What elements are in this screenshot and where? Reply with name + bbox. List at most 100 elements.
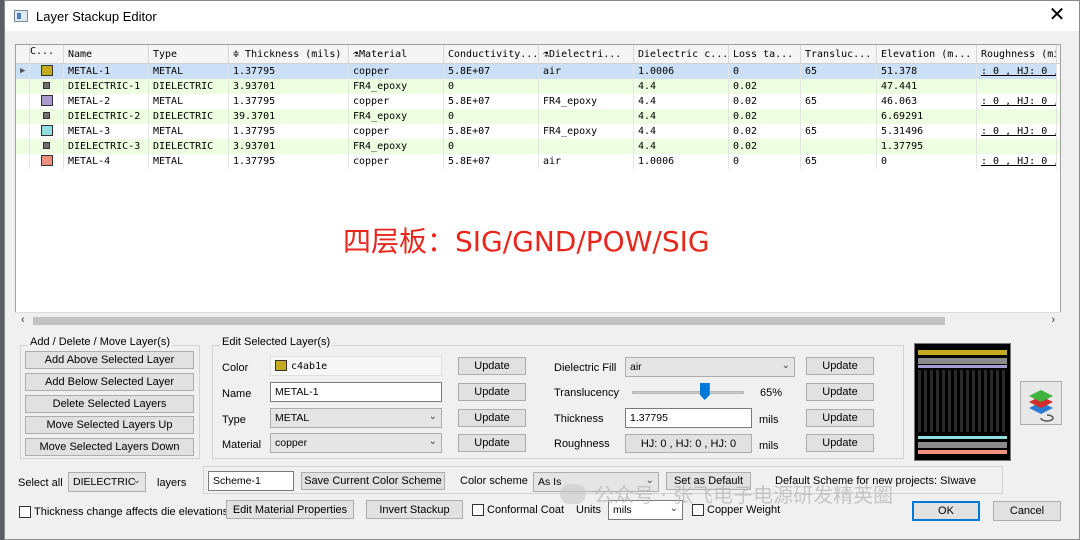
cell-elevation[interactable]: 6.69291 — [877, 109, 977, 124]
scrollbar-thumb[interactable] — [33, 317, 945, 325]
cell-dielectric_c[interactable]: 4.4 — [634, 139, 729, 154]
cell-dielectric[interactable] — [539, 139, 634, 154]
cell-dielectric[interactable] — [539, 109, 634, 124]
layer-color-cell[interactable] — [30, 124, 64, 139]
cell-dielectric[interactable]: air — [539, 154, 634, 169]
material-update-button[interactable]: Update — [458, 434, 526, 452]
cell-roughness[interactable] — [977, 79, 1057, 94]
color-field[interactable]: c4ab1e — [270, 356, 442, 376]
name-update-button[interactable]: Update — [458, 383, 526, 401]
cell-material[interactable]: copper — [349, 124, 444, 139]
scheme-name-input[interactable]: Scheme-1 — [208, 471, 294, 491]
cell-thickness[interactable]: 3.93701 — [229, 79, 349, 94]
cell-roughness[interactable]: : 0 , HJ: 0 , — [977, 94, 1057, 109]
table-row[interactable]: DIELECTRIC-3 DIELECTRIC 3.93701 FR4_epoxy 0 4… — [16, 139, 1060, 154]
cell-loss[interactable]: 0.02 — [729, 124, 801, 139]
cell-dielectric_c[interactable]: 4.4 — [634, 109, 729, 124]
horizontal-scrollbar[interactable]: ‹ › — [15, 312, 1061, 328]
cell-type[interactable]: METAL — [149, 94, 229, 109]
cell-type[interactable]: METAL — [149, 154, 229, 169]
cell-elevation[interactable]: 0 — [877, 154, 977, 169]
cell-dielectric[interactable]: FR4_epoxy — [539, 124, 634, 139]
layer-color-cell[interactable] — [30, 94, 64, 109]
layer-grid[interactable]: C... Name Type ≑ Thickness (mils) ⚗Mater… — [15, 44, 1061, 328]
cell-conductivity[interactable]: 5.8E+07 — [444, 154, 539, 169]
table-row[interactable]: DIELECTRIC-2 DIELECTRIC 39.3701 FR4_epoxy 0 4… — [16, 109, 1060, 124]
cell-elevation[interactable]: 51.378 — [877, 64, 977, 79]
cell-dielectric_c[interactable]: 1.0006 — [634, 64, 729, 79]
cell-name[interactable]: DIELECTRIC-2 — [64, 109, 149, 124]
cell-conductivity[interactable]: 5.8E+07 — [444, 124, 539, 139]
cell-conductivity[interactable]: 0 — [444, 139, 539, 154]
scroll-right-icon[interactable]: › — [1051, 314, 1055, 326]
cell-transluc[interactable] — [801, 109, 877, 124]
cell-material[interactable]: copper — [349, 94, 444, 109]
cell-transluc[interactable]: 65 — [801, 154, 877, 169]
move-down-button[interactable]: Move Selected Layers Down — [25, 438, 194, 456]
cell-name[interactable]: DIELECTRIC-3 — [64, 139, 149, 154]
cancel-button[interactable]: Cancel — [993, 501, 1061, 521]
select-all-dropdown[interactable]: DIELECTRIC ⌄ — [68, 472, 146, 492]
cell-roughness[interactable]: : 0 , HJ: 0 , — [977, 124, 1057, 139]
thickness-input[interactable]: 1.37795 — [625, 408, 752, 428]
thickness-change-checkbox[interactable] — [19, 506, 31, 518]
dielectric-fill-update-button[interactable]: Update — [806, 357, 874, 375]
cell-type[interactable]: DIELECTRIC — [149, 109, 229, 124]
scroll-left-icon[interactable]: ‹ — [21, 314, 25, 326]
header-material[interactable]: ⚗Material — [349, 45, 444, 63]
translucency-update-button[interactable]: Update — [806, 383, 874, 401]
table-row[interactable]: METAL-2 METAL 1.37795 copper 5.8E+07 FR4_epox… — [16, 94, 1060, 109]
stackup-3d-button[interactable] — [1020, 381, 1062, 425]
type-update-button[interactable]: Update — [458, 409, 526, 427]
roughness-update-button[interactable]: Update — [806, 434, 874, 452]
cell-thickness[interactable]: 3.93701 — [229, 139, 349, 154]
header-loss-tangent[interactable]: Loss ta... — [729, 45, 801, 63]
header-color[interactable]: C... — [30, 45, 64, 63]
cell-dielectric[interactable] — [539, 79, 634, 94]
cell-loss[interactable]: 0.02 — [729, 109, 801, 124]
name-input[interactable]: METAL-1 — [270, 382, 442, 402]
layer-color-cell[interactable] — [30, 139, 64, 154]
thickness-update-button[interactable]: Update — [806, 409, 874, 427]
cell-loss[interactable]: 0 — [729, 64, 801, 79]
add-above-button[interactable]: Add Above Selected Layer — [25, 351, 194, 369]
cell-dielectric_c[interactable]: 4.4 — [634, 79, 729, 94]
cell-transluc[interactable]: 65 — [801, 64, 877, 79]
cell-loss[interactable]: 0.02 — [729, 94, 801, 109]
edit-material-properties-button[interactable]: Edit Material Properties — [226, 500, 354, 519]
header-roughness[interactable]: Roughness (mi — [977, 45, 1057, 63]
cell-dielectric_c[interactable]: 4.4 — [634, 124, 729, 139]
material-select[interactable]: copper ⌄ — [270, 433, 442, 453]
header-conductivity[interactable]: Conductivity... — [444, 45, 539, 63]
cell-material[interactable]: FR4_epoxy — [349, 139, 444, 154]
table-row[interactable]: METAL-3 METAL 1.37795 copper 5.8E+07 FR4_epox… — [16, 124, 1060, 139]
cell-thickness[interactable]: 1.37795 — [229, 64, 349, 79]
cell-elevation[interactable]: 5.31496 — [877, 124, 977, 139]
header-translucency[interactable]: Transluc... — [801, 45, 877, 63]
cell-conductivity[interactable]: 0 — [444, 79, 539, 94]
translucency-slider-track[interactable] — [632, 391, 744, 394]
cell-loss[interactable]: 0 — [729, 154, 801, 169]
cell-thickness[interactable]: 1.37795 — [229, 94, 349, 109]
cell-material[interactable]: FR4_epoxy — [349, 109, 444, 124]
table-row[interactable]: DIELECTRIC-1 DIELECTRIC 3.93701 FR4_epoxy 0 4… — [16, 79, 1060, 94]
cell-roughness[interactable] — [977, 109, 1057, 124]
cell-name[interactable]: METAL-2 — [64, 94, 149, 109]
header-name[interactable]: Name — [64, 45, 149, 63]
cell-transluc[interactable] — [801, 139, 877, 154]
header-dielectric[interactable]: ⚗Dielectri... — [539, 45, 634, 63]
type-select[interactable]: METAL ⌄ — [270, 408, 442, 428]
layer-color-cell[interactable] — [30, 64, 64, 79]
cell-loss[interactable]: 0.02 — [729, 139, 801, 154]
cell-elevation[interactable]: 1.37795 — [877, 139, 977, 154]
cell-conductivity[interactable]: 5.8E+07 — [444, 94, 539, 109]
cell-material[interactable]: copper — [349, 64, 444, 79]
cell-thickness[interactable]: 39.3701 — [229, 109, 349, 124]
cell-thickness[interactable]: 1.37795 — [229, 154, 349, 169]
cell-elevation[interactable]: 47.441 — [877, 79, 977, 94]
cell-dielectric[interactable]: air — [539, 64, 634, 79]
layer-color-cell[interactable] — [30, 79, 64, 94]
cell-type[interactable]: METAL — [149, 64, 229, 79]
cell-name[interactable]: METAL-1 — [64, 64, 149, 79]
cell-roughness[interactable] — [977, 139, 1057, 154]
